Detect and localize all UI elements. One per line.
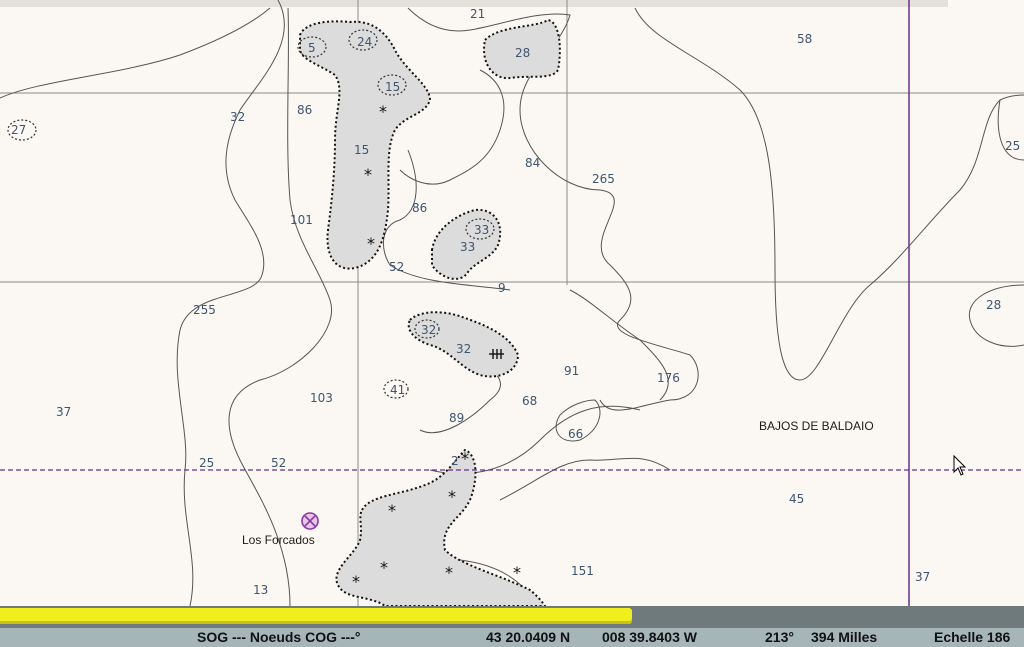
sounding: 68 bbox=[522, 394, 537, 408]
depth-contours bbox=[0, 0, 1024, 606]
sounding: 33 bbox=[474, 223, 489, 237]
sounding: 25 bbox=[199, 456, 214, 470]
area-label: BAJOS DE BALDAIO bbox=[759, 419, 874, 433]
rock-icon: * bbox=[379, 102, 387, 121]
sounding: 32 bbox=[230, 110, 245, 124]
sounding: 27 bbox=[11, 123, 26, 137]
sounding: 33 bbox=[460, 240, 475, 254]
sounding: 91 bbox=[564, 364, 579, 378]
place-label: Los Forcados bbox=[242, 533, 315, 547]
nautical-chart-view[interactable]: * * * * * * * * * * 21 58 5 24 28 15 86 … bbox=[0, 0, 1024, 606]
rock-icon: * bbox=[448, 487, 456, 506]
sounding: 13 bbox=[253, 583, 268, 597]
sounding: 66 bbox=[568, 427, 583, 441]
scale-readout: Echelle 186 bbox=[934, 629, 1011, 645]
shoal-areas bbox=[299, 18, 561, 606]
rock-icon: * bbox=[388, 501, 396, 520]
mouse-cursor-icon bbox=[953, 454, 967, 476]
rock-icon: * bbox=[367, 234, 375, 253]
marker-icon[interactable] bbox=[301, 512, 319, 530]
sounding: 45 bbox=[789, 492, 804, 506]
contour-line bbox=[634, 7, 1024, 381]
sounding: 9 bbox=[498, 281, 506, 295]
sounding: 32 bbox=[456, 342, 471, 356]
status-bar: SOG --- Noeuds COG ---° 43 20.0409 N 008… bbox=[0, 628, 1024, 647]
contour-line bbox=[0, 7, 271, 99]
rock-icon: * bbox=[461, 449, 469, 468]
rock-icon: * bbox=[380, 558, 388, 577]
sounding: 86 bbox=[297, 103, 312, 117]
sounding: 52 bbox=[389, 260, 404, 274]
sounding: 86 bbox=[412, 201, 427, 215]
rock-icon: * bbox=[364, 165, 372, 184]
distance-readout: 394 Milles bbox=[811, 629, 878, 645]
latitude-readout: 43 20.0409 N bbox=[486, 629, 571, 645]
sounding: 103 bbox=[310, 391, 333, 405]
contour-line bbox=[968, 284, 1024, 347]
shoal-area bbox=[335, 448, 547, 606]
sounding: 37 bbox=[56, 405, 71, 419]
contour-line bbox=[499, 457, 671, 501]
sounding: 24 bbox=[357, 35, 372, 49]
sounding: 15 bbox=[354, 143, 369, 157]
sounding: 151 bbox=[571, 564, 594, 578]
sounding: 255 bbox=[193, 303, 216, 317]
sounding: 21 bbox=[470, 7, 485, 21]
longitude-readout: 008 39.8403 W bbox=[602, 629, 697, 645]
chart-grid bbox=[0, 0, 1024, 606]
progress-bar-fill bbox=[0, 608, 632, 624]
rock-icon: * bbox=[513, 563, 521, 582]
sounding: 176 bbox=[657, 371, 680, 385]
sounding: 41 bbox=[390, 383, 405, 397]
sounding: 84 bbox=[525, 156, 540, 170]
sounding: 101 bbox=[290, 213, 313, 227]
sounding: 25 bbox=[1005, 139, 1020, 153]
sounding: 32 bbox=[421, 323, 436, 337]
sog-cog-readout: SOG --- Noeuds COG ---° bbox=[197, 629, 361, 645]
chart-canvas[interactable]: * * * * * * * * * * 21 58 5 24 28 15 86 … bbox=[0, 0, 1024, 606]
sounding: 58 bbox=[797, 32, 812, 46]
sounding: 265 bbox=[592, 172, 615, 186]
sounding: 28 bbox=[986, 298, 1001, 312]
rock-icon: * bbox=[352, 572, 360, 591]
sounding: 5 bbox=[308, 41, 316, 55]
sounding: 15 bbox=[385, 80, 400, 94]
sounding: 28 bbox=[515, 46, 530, 60]
soundings: 21 58 5 24 28 15 86 32 27 25 15 84 265 1… bbox=[11, 7, 1020, 597]
sounding: 2 bbox=[451, 454, 459, 468]
bearing-readout: 213° bbox=[765, 629, 794, 645]
contour-line bbox=[569, 289, 669, 401]
sounding: 89 bbox=[449, 411, 464, 425]
sounding: 37 bbox=[915, 570, 930, 584]
sounding: 52 bbox=[271, 456, 286, 470]
rock-icon: * bbox=[445, 563, 453, 582]
